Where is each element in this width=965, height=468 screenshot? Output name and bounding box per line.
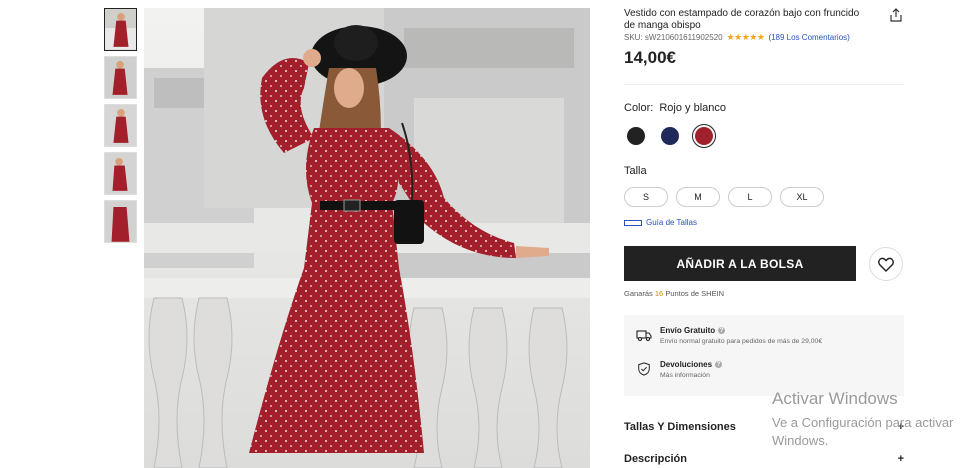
watermark-line-2-text: Ve a Configuración para activar: [772, 415, 954, 430]
price: 14,00€: [624, 48, 676, 67]
windows-activation-watermark: Activar Windows Ve a Configuración para …: [772, 389, 953, 450]
product-title: Vestido con estampado de corazón bajo co…: [624, 8, 860, 31]
divider: [624, 84, 904, 85]
size-option-s[interactable]: S: [624, 187, 668, 207]
points-suffix: Puntos de SHEIN: [665, 289, 725, 298]
help-icon[interactable]: ?: [715, 361, 723, 368]
size-label: Talla: [624, 165, 647, 177]
thumbnail-2[interactable]: [104, 56, 137, 99]
color-selected: Rojo y blanco: [659, 102, 726, 114]
points-amount: 16: [654, 289, 664, 298]
truck-icon: [636, 330, 652, 342]
swatch-red-dot: [695, 127, 713, 145]
reviews-link[interactable]: (189 Los Comentarios): [768, 33, 849, 42]
watermark-line-1: Activar Windows: [772, 389, 898, 408]
points-prefix: Ganarás: [624, 289, 653, 298]
size-option-xl[interactable]: XL: [780, 187, 824, 207]
thumbnail-5[interactable]: [104, 200, 137, 243]
heart-icon: [878, 257, 894, 272]
size-guide-link[interactable]: Guía de Tallas: [624, 218, 697, 227]
shipping-subtitle: Envío normal gratuito para pedidos de má…: [660, 338, 823, 345]
shipping-item[interactable]: Envío Gratuito? Envío normal gratuito pa…: [636, 326, 822, 345]
swatch-red[interactable]: [692, 124, 716, 148]
thumbnail-strip: [104, 8, 138, 248]
thumbnail-1[interactable]: [104, 8, 137, 51]
points-text: Ganarás 16 Puntos de SHEIN: [624, 289, 724, 298]
color-row: Color: Rojo y blanco: [624, 102, 726, 114]
swatch-navy[interactable]: [658, 124, 682, 148]
accordion-description-label: Descripción: [624, 453, 687, 465]
accordion-sizes-label: Tallas Y Dimensiones: [624, 421, 736, 433]
wishlist-button[interactable]: [869, 247, 903, 281]
share-icon[interactable]: [889, 8, 903, 22]
watermark-line-3-text: Windows.: [772, 433, 829, 448]
swatch-navy-dot: [661, 127, 679, 145]
thumbnail-4[interactable]: [104, 152, 137, 195]
returns-item[interactable]: Devoluciones? Más información: [636, 360, 723, 379]
shipping-title: Envío Gratuito: [660, 326, 716, 335]
ruler-icon: [624, 219, 642, 226]
add-to-bag-button[interactable]: AÑADIR A LA BOLSA: [624, 246, 856, 281]
rating-stars: ★★★★★: [726, 32, 765, 42]
color-swatches: [624, 124, 716, 148]
size-option-l[interactable]: L: [728, 187, 772, 207]
help-icon[interactable]: ?: [718, 327, 726, 334]
shipping-info-box: Envío Gratuito? Envío normal gratuito pa…: [624, 315, 904, 396]
thumbnail-3[interactable]: [104, 104, 137, 147]
size-guide-label: Guía de Tallas: [646, 218, 697, 227]
product-main-image: [144, 8, 590, 468]
swatch-black[interactable]: [624, 124, 648, 148]
returns-title: Devoluciones: [660, 360, 713, 369]
sku-rating-row: SKU: sW2106016119025​20 ★★★★★ (189 Los Com…: [624, 32, 850, 43]
shield-check-icon: [638, 362, 650, 376]
swatch-black-dot: [627, 127, 645, 145]
color-label: Color:: [624, 102, 654, 114]
watermark-line-2: Ve a Configuración para activar Windows.: [772, 414, 953, 450]
plus-icon: +: [897, 453, 904, 465]
accordion-description[interactable]: Descripción +: [624, 453, 904, 465]
size-options: S M L XL: [624, 187, 824, 207]
sku-text: SKU: sW2106016119025​20: [624, 33, 723, 42]
size-option-m[interactable]: M: [676, 187, 720, 207]
returns-subtitle[interactable]: Más información: [660, 372, 722, 379]
